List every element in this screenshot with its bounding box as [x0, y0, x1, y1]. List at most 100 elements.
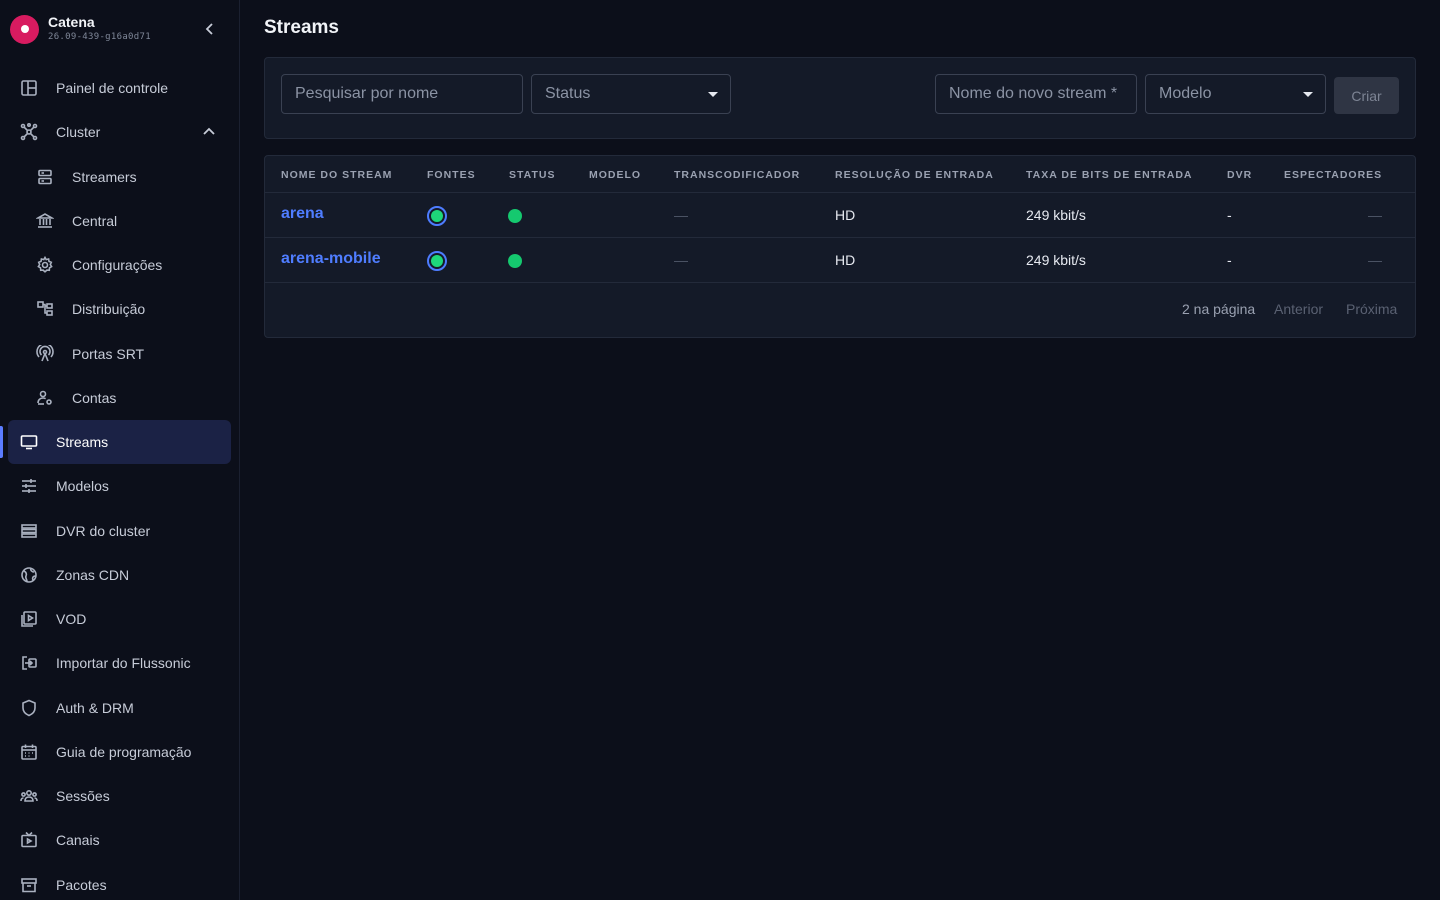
sidebar-item-vod[interactable]: VOD — [8, 597, 231, 641]
column-header-dvr[interactable]: DVR — [1227, 169, 1252, 181]
source-status-icon — [427, 206, 447, 226]
column-header-sources[interactable]: Fontes — [427, 169, 476, 181]
stream-name-link[interactable]: arena-mobile — [281, 250, 381, 268]
sidebar-item-central[interactable]: Central — [8, 199, 231, 243]
resolution-cell: HD — [835, 207, 856, 223]
sidebar-item-guia-de-programacao[interactable]: Guia de programação — [8, 730, 231, 774]
next-page-button[interactable]: Próxima — [1346, 301, 1397, 317]
sidebar-item-portas-srt[interactable]: Portas SRT — [8, 332, 231, 376]
antenna-icon — [36, 345, 54, 363]
sidebar-item-label: Canais — [56, 832, 100, 848]
calendar-icon — [20, 743, 38, 761]
sidebar-item-label: Modelos — [56, 478, 109, 494]
sidebar-item-label: VOD — [56, 611, 87, 627]
bitrate-cell: 249 kbit/s — [1026, 252, 1086, 268]
viewers-cell: — — [1368, 207, 1382, 223]
source-status-icon — [427, 251, 447, 271]
sidebar-item-painel-de-controle[interactable]: Painel de controle — [8, 66, 231, 110]
app-name: Catena — [48, 14, 95, 30]
column-header-input-bitrate[interactable]: Taxa de bits de entrada — [1026, 169, 1193, 181]
search-input[interactable] — [281, 74, 523, 114]
status-select-label: Status — [545, 85, 591, 102]
sidebar-item-label: Streamers — [72, 169, 137, 185]
dropdown-arrow-icon — [1303, 92, 1313, 97]
sidebar-item-dvr-do-cluster[interactable]: DVR do cluster — [8, 509, 231, 553]
globe-icon — [20, 566, 38, 584]
sidebar-item-label: Configurações — [72, 257, 163, 273]
distribution-icon — [36, 300, 54, 318]
video-library-icon — [20, 610, 38, 628]
sidebar-item-label: Importar do Flussonic — [56, 655, 191, 671]
pagination: 2 na página Anterior Próxima — [265, 283, 1415, 337]
tv-icon — [20, 831, 38, 849]
sidebar-item-streams[interactable]: Streams — [8, 420, 231, 464]
sidebar-item-configuracoes[interactable]: Configurações — [8, 243, 231, 287]
resolution-cell: HD — [835, 252, 856, 268]
sidebar-item-canais[interactable]: Canais — [8, 818, 231, 862]
dropdown-arrow-icon — [708, 92, 718, 97]
column-header-name[interactable]: Nome do stream — [281, 169, 392, 181]
table-row[interactable]: arena-mobile — HD 249 kbit/s - — — [265, 238, 1415, 283]
streams-table: Nome do stream Fontes Status Modelo Tran… — [264, 155, 1416, 338]
column-header-transcoder[interactable]: Transcodificador — [674, 169, 800, 181]
stream-name-link[interactable]: arena — [281, 205, 324, 223]
sidebar-item-auth-drm[interactable]: Auth & DRM — [8, 686, 231, 730]
sidebar-item-label: Zonas CDN — [56, 567, 130, 583]
column-header-input-resolution[interactable]: Resolução de entrada — [835, 169, 994, 181]
sidebar-item-label: Guia de programação — [56, 744, 192, 760]
sidebar-item-modelos[interactable]: Modelos — [8, 464, 231, 508]
viewers-cell: — — [1368, 252, 1382, 268]
column-header-viewers[interactable]: Espectadores — [1284, 169, 1382, 181]
status-indicator — [508, 254, 522, 268]
dvr-cell: - — [1227, 207, 1232, 223]
create-button[interactable]: Criar — [1334, 77, 1399, 114]
sidebar-item-label: Distribuição — [72, 301, 146, 317]
toolbar: Status Modelo Criar — [264, 57, 1416, 139]
table-header: Nome do stream Fontes Status Modelo Tran… — [265, 156, 1415, 193]
column-header-model[interactable]: Modelo — [589, 169, 641, 181]
sidebar-item-sessoes[interactable]: Sessões — [8, 774, 231, 818]
sidebar-item-label: Sessões — [56, 788, 110, 804]
sidebar-item-pacotes[interactable]: Pacotes — [8, 863, 231, 900]
chevron-left-icon — [205, 23, 213, 35]
sidebar-item-contas[interactable]: Contas — [8, 376, 231, 420]
model-select[interactable]: Modelo — [1145, 74, 1326, 114]
storage-icon — [20, 522, 38, 540]
sidebar-item-zonas-cdn[interactable]: Zonas CDN — [8, 553, 231, 597]
transcoder-cell: — — [674, 207, 688, 223]
column-header-status[interactable]: Status — [509, 169, 555, 181]
collapse-sidebar-button[interactable] — [200, 19, 220, 39]
bitrate-cell: 249 kbit/s — [1026, 207, 1086, 223]
app-version: 26.09-439-g16a0d71 — [48, 32, 151, 42]
package-icon — [20, 876, 38, 894]
status-select[interactable]: Status — [531, 74, 731, 114]
sidebar-item-importar-do-flussonic[interactable]: Importar do Flussonic — [8, 641, 231, 685]
user-settings-icon — [36, 389, 54, 407]
sidebar-item-label: Pacotes — [56, 877, 107, 893]
sliders-icon — [20, 477, 38, 495]
sidebar-item-label: DVR do cluster — [56, 523, 151, 539]
cluster-icon — [20, 123, 38, 141]
import-icon — [20, 654, 38, 672]
sidebar-item-label: Painel de controle — [56, 80, 169, 96]
new-stream-name-input[interactable] — [935, 74, 1137, 114]
active-indicator — [0, 426, 3, 458]
shield-icon — [20, 699, 38, 717]
dvr-cell: - — [1227, 252, 1232, 268]
monitor-icon — [20, 433, 38, 451]
gear-icon — [36, 256, 54, 274]
sidebar-item-streamers[interactable]: Streamers — [8, 155, 231, 199]
table-row[interactable]: arena — HD 249 kbit/s - — — [265, 193, 1415, 238]
transcoder-cell: — — [674, 252, 688, 268]
sidebar-item-distribuicao[interactable]: Distribuição — [8, 287, 231, 331]
page-size-info: 2 na página — [1182, 301, 1256, 317]
previous-page-button[interactable]: Anterior — [1274, 301, 1323, 317]
status-indicator — [508, 209, 522, 223]
sidebar-item-label: Portas SRT — [72, 346, 145, 362]
dashboard-icon — [20, 79, 38, 97]
server-icon — [36, 168, 54, 186]
sidebar-item-cluster[interactable]: Cluster — [8, 110, 231, 154]
page-title: Streams — [264, 17, 339, 38]
brand: Catena 26.09-439-g16a0d71 — [10, 12, 151, 46]
sidebar-item-label: Streams — [56, 434, 109, 450]
